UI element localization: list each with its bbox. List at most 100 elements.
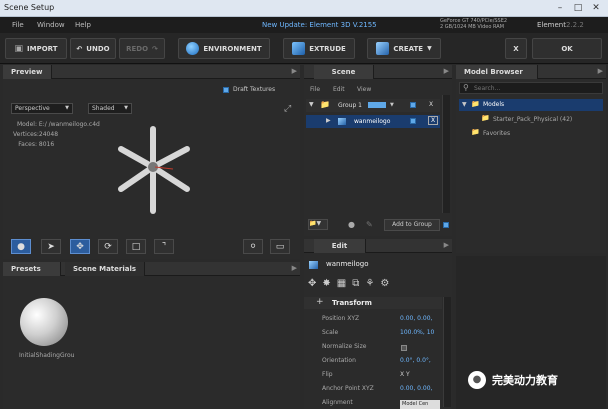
anchor-value[interactable]: 0.00, 0.00, [400, 385, 432, 392]
menu-file[interactable]: File [12, 21, 24, 29]
scale-value[interactable]: 100.0%, 10 [400, 329, 434, 336]
tree-favorites[interactable]: 📁 Favorites [459, 128, 603, 139]
transform-rows: Position XYZ 0.00, 0.00, Scale 100.0%, 1… [304, 313, 442, 409]
maximize-button[interactable]: □ [570, 2, 586, 14]
normalize-checkbox[interactable] [401, 345, 407, 351]
extrude-button[interactable]: EXTRUDE [283, 38, 355, 59]
panel-arrow-icon[interactable]: ▶ [444, 67, 449, 75]
ok-button[interactable]: OK [532, 38, 602, 59]
flip-value[interactable]: X Y [400, 371, 410, 378]
panel-arrow-icon[interactable]: ▶ [292, 67, 297, 75]
collapse-arrow-icon[interactable]: ▼ [309, 101, 314, 108]
add-to-group-button[interactable]: Add to Group [384, 219, 440, 231]
row-scale: Scale 100.0%, 10 [322, 329, 435, 336]
cube-icon [338, 118, 346, 125]
scene-item-wanmeilogo[interactable]: ▶ wanmeilogo X [306, 115, 440, 128]
group-visible-checkbox[interactable] [410, 102, 416, 108]
scene-menu-edit[interactable]: Edit [333, 86, 345, 93]
tab-edit[interactable]: Edit [314, 239, 366, 253]
material-ball-icon[interactable]: ● [348, 220, 355, 229]
preview-panel: Preview ▶ Draft Textures Perspective ▼ S… [3, 65, 300, 259]
orientation-value[interactable]: 0.0°, 0.0°, [400, 357, 431, 364]
item-delete-button[interactable]: X [428, 116, 439, 125]
scale-tool-icon[interactable]: □ [126, 239, 146, 254]
search-box[interactable]: ⚲ [459, 82, 603, 94]
undo-button[interactable]: ↶ UNDO [70, 38, 116, 59]
panel-arrow-icon[interactable]: ▶ [444, 241, 449, 249]
collapse-arrow-icon[interactable]: ▼ [462, 101, 467, 108]
item-visible-checkbox[interactable] [410, 118, 416, 124]
row-alignment: Alignment Model Cen [304, 397, 442, 409]
select-tool-icon[interactable]: ➤ [41, 239, 61, 254]
group-color-swatch[interactable] [368, 102, 386, 108]
folder-icon: 📁 [481, 114, 490, 122]
import-button[interactable]: ▣ IMPORT [5, 38, 67, 59]
checker-icon[interactable]: ▦ [337, 278, 346, 289]
edit-tool-row: ✥ ✸ ▦ ⧉ ⚘ ⚙ [308, 278, 389, 289]
duplicate-icon[interactable]: ⧉ [352, 278, 359, 289]
model-info: Model: E:/ /wanmeilogo.c4d Vertices: 240… [13, 121, 100, 148]
import-icon: ▣ [14, 43, 23, 54]
group-row[interactable]: ▼ 📁 Group 1 ▼ X [306, 99, 440, 112]
environment-button[interactable]: ENVIRONMENT [178, 38, 270, 59]
menu-help[interactable]: Help [75, 21, 91, 29]
new-folder-button[interactable]: 📁▼ [308, 219, 328, 230]
draft-textures-checkbox[interactable] [223, 86, 229, 93]
expand-arrow-icon[interactable]: ▶ [326, 117, 331, 124]
draft-textures-toggle[interactable]: Draft Textures [223, 86, 275, 93]
transform-icon[interactable]: ✥ [308, 278, 316, 289]
watermark-text: 完美动力教育 [492, 374, 558, 387]
scene-menu-file[interactable]: File [310, 86, 320, 93]
edit-scrollbar[interactable] [443, 297, 451, 407]
group-delete-button[interactable]: X [429, 101, 433, 108]
scene-scrollbar[interactable] [442, 95, 450, 213]
paint-icon[interactable]: ✎ [366, 220, 373, 229]
tree-starter-pack[interactable]: 📁 Starter_Pack_Physical (42) [476, 114, 603, 125]
app-version: 2.2.2 [566, 21, 584, 29]
gear-icon[interactable]: ⚙ [380, 278, 389, 289]
screen-icon[interactable]: ▭ [270, 239, 290, 254]
cube-icon [309, 261, 318, 269]
move-tool-icon[interactable]: ✥ [70, 239, 90, 254]
camera-tool-icon[interactable]: ● [11, 239, 31, 254]
tab-preview[interactable]: Preview [3, 65, 52, 79]
chevron-down-icon[interactable]: ▼ [390, 102, 394, 108]
shading-dropdown[interactable]: Shaded ▼ [88, 103, 132, 114]
search-input[interactable] [474, 84, 594, 93]
cancel-button[interactable]: X [505, 38, 527, 59]
row-flip: Flip X Y [322, 371, 410, 378]
redo-button[interactable]: REDO ↷ [119, 38, 165, 59]
tab-scene[interactable]: Scene [314, 65, 374, 79]
tab-presets[interactable]: Presets [3, 262, 61, 276]
update-notice[interactable]: New Update: Element 3D V.2155 [262, 21, 377, 29]
tab-scene-materials[interactable]: Scene Materials [65, 262, 146, 276]
view-mode-dropdown[interactable]: Perspective ▼ [11, 103, 73, 114]
gpu-info: GeForce GT 740/PCIe/SSE2 2 GB/1024 MB Vid… [440, 18, 508, 30]
create-button[interactable]: CREATE ▼ [367, 38, 441, 59]
panel-arrow-icon[interactable]: ▶ [598, 67, 603, 75]
tab-model-browser[interactable]: Model Browser [456, 65, 538, 79]
reset-view-icon[interactable]: ⚪ [243, 239, 263, 254]
add-to-group-checkbox[interactable] [443, 222, 449, 228]
menu-window[interactable]: Window [37, 21, 65, 29]
transform-section[interactable]: + Transform [304, 297, 442, 309]
tree-models[interactable]: ▼ 📁 Models [459, 99, 603, 111]
panel-arrow-icon[interactable]: ▶ [292, 264, 297, 272]
chevron-down-icon: ▼ [124, 105, 128, 111]
fullscreen-icon[interactable]: ⤢ [284, 104, 291, 114]
position-value[interactable]: 0.00, 0.00, [400, 315, 432, 322]
pivot-tool-icon[interactable]: ⌝ [154, 239, 174, 254]
particle-icon[interactable]: ✸ [322, 278, 330, 289]
folder-icon: 📁▼ [309, 220, 322, 227]
close-window-button[interactable]: ✕ [588, 2, 604, 14]
toolbar: ▣ IMPORT ↶ UNDO REDO ↷ ENVIRONMENT EXTRU… [0, 33, 608, 64]
alignment-dropdown[interactable]: Model Cen [400, 400, 440, 409]
rotate-tool-icon[interactable]: ⟳ [98, 239, 118, 254]
extrude-icon [292, 42, 306, 55]
model-viewport[interactable] [113, 125, 193, 215]
material-sphere[interactable] [20, 298, 68, 346]
animation-icon[interactable]: ⚘ [365, 278, 374, 289]
scene-menu-view[interactable]: View [357, 86, 371, 93]
chevron-down-icon: ▼ [65, 105, 69, 111]
minimize-button[interactable]: – [552, 2, 568, 14]
